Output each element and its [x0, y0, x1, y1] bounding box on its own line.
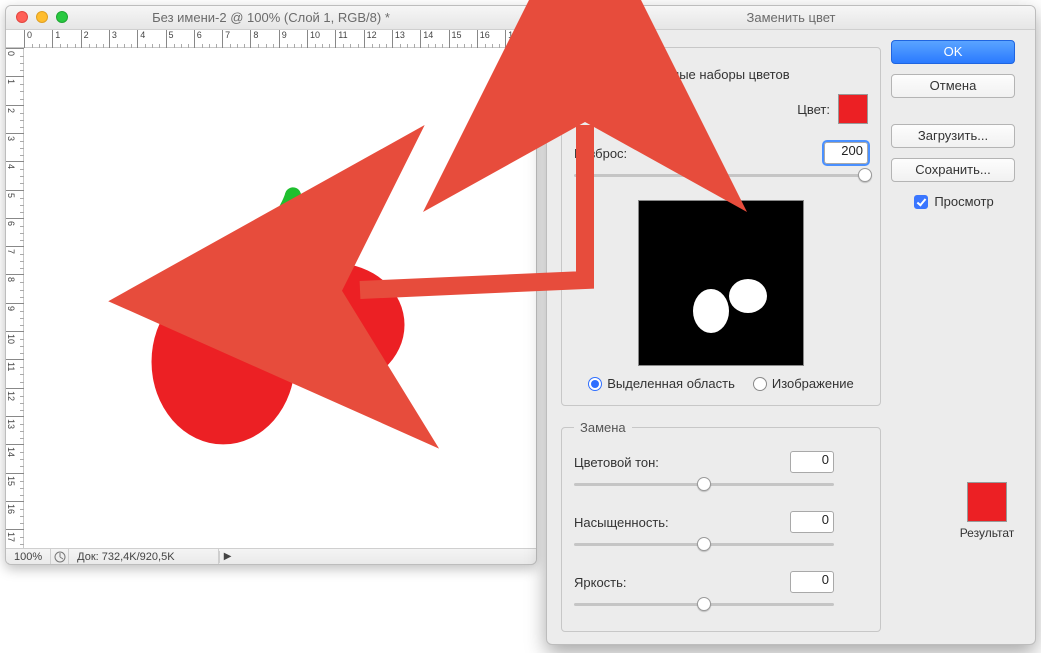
preview-label: Просмотр: [934, 194, 993, 209]
lightness-slider[interactable]: [574, 595, 834, 613]
replace-legend: Замена: [574, 420, 632, 435]
close-icon[interactable]: [16, 11, 28, 23]
ruler-vertical[interactable]: 0123456789101112131415161718: [6, 48, 24, 548]
traffic-lights: [16, 11, 68, 23]
photoshop-document-window: Без имени-2 @ 100% (Слой 1, RGB/8) * 012…: [5, 5, 537, 565]
radio-selection[interactable]: Выделенная область: [588, 376, 735, 391]
dialog-titlebar[interactable]: Заменить цвет: [547, 6, 1035, 30]
lightness-input[interactable]: 0: [790, 571, 834, 593]
localized-colors-label: Локализованные наборы цветов: [594, 67, 790, 82]
eyedropper-minus-icon[interactable]: [626, 98, 650, 120]
eyedropper-icon[interactable]: [574, 98, 598, 120]
radio-selection-input[interactable]: [588, 377, 602, 391]
preview-toggle[interactable]: Просмотр: [891, 194, 1017, 209]
status-icon[interactable]: [51, 549, 69, 564]
radio-image-label: Изображение: [772, 376, 854, 391]
zoom-icon[interactable]: [56, 11, 68, 23]
saturation-label: Насыщенность:: [574, 515, 669, 530]
selection-preview[interactable]: [638, 200, 804, 366]
radio-image[interactable]: Изображение: [753, 376, 854, 391]
canvas[interactable]: [24, 48, 536, 548]
cherry-artwork: [24, 48, 536, 548]
fuzziness-slider[interactable]: [574, 166, 868, 184]
hue-slider[interactable]: [574, 475, 834, 493]
save-button[interactable]: Сохранить...: [891, 158, 1015, 182]
localized-colors-checkbox[interactable]: [574, 68, 588, 82]
ruler-horizontal[interactable]: 0123456789101112131415161718: [6, 30, 536, 48]
eyedropper-plus-icon[interactable]: [600, 98, 624, 120]
status-bar: 100% Док: 732,4K/920,5K ▶: [6, 548, 536, 564]
window-titlebar[interactable]: Без имени-2 @ 100% (Слой 1, RGB/8) *: [6, 6, 536, 30]
saturation-slider[interactable]: [574, 535, 834, 553]
radio-image-input[interactable]: [753, 377, 767, 391]
zoom-level[interactable]: 100%: [6, 549, 51, 564]
localized-colors-row[interactable]: Локализованные наборы цветов: [574, 67, 868, 82]
status-arrow-icon[interactable]: ▶: [219, 551, 231, 563]
hue-label: Цветовой тон:: [574, 455, 659, 470]
result-block: Результат: [957, 482, 1017, 540]
doc-size[interactable]: Док: 732,4K/920,5K: [69, 549, 219, 564]
replace-group: Замена Цветовой тон: 0 Насыщенность: 0: [561, 420, 881, 632]
lightness-label: Яркость:: [574, 575, 627, 590]
color-label: Цвет:: [797, 102, 830, 117]
replace-color-dialog: Заменить цвет Выделение Локализованные н…: [546, 5, 1036, 645]
dialog-title: Заменить цвет: [547, 10, 1035, 25]
preview-checkbox[interactable]: [914, 195, 928, 209]
saturation-input[interactable]: 0: [790, 511, 834, 533]
selection-legend: Выделение: [574, 40, 655, 55]
result-color-swatch[interactable]: [967, 482, 1007, 522]
window-title: Без имени-2 @ 100% (Слой 1, RGB/8) *: [6, 10, 536, 25]
selection-group: Выделение Локализованные наборы цветов: [561, 40, 881, 406]
radio-selection-label: Выделенная область: [607, 376, 735, 391]
hue-input[interactable]: 0: [790, 451, 834, 473]
result-label: Результат: [957, 526, 1017, 540]
fuzziness-label: Разброс:: [574, 146, 627, 161]
load-button[interactable]: Загрузить...: [891, 124, 1015, 148]
sample-color-swatch[interactable]: [838, 94, 868, 124]
ok-button[interactable]: OK: [891, 40, 1015, 64]
eyedropper-group: [574, 98, 650, 120]
cancel-button[interactable]: Отмена: [891, 74, 1015, 98]
fuzziness-input[interactable]: 200: [824, 142, 868, 164]
minimize-icon[interactable]: [36, 11, 48, 23]
